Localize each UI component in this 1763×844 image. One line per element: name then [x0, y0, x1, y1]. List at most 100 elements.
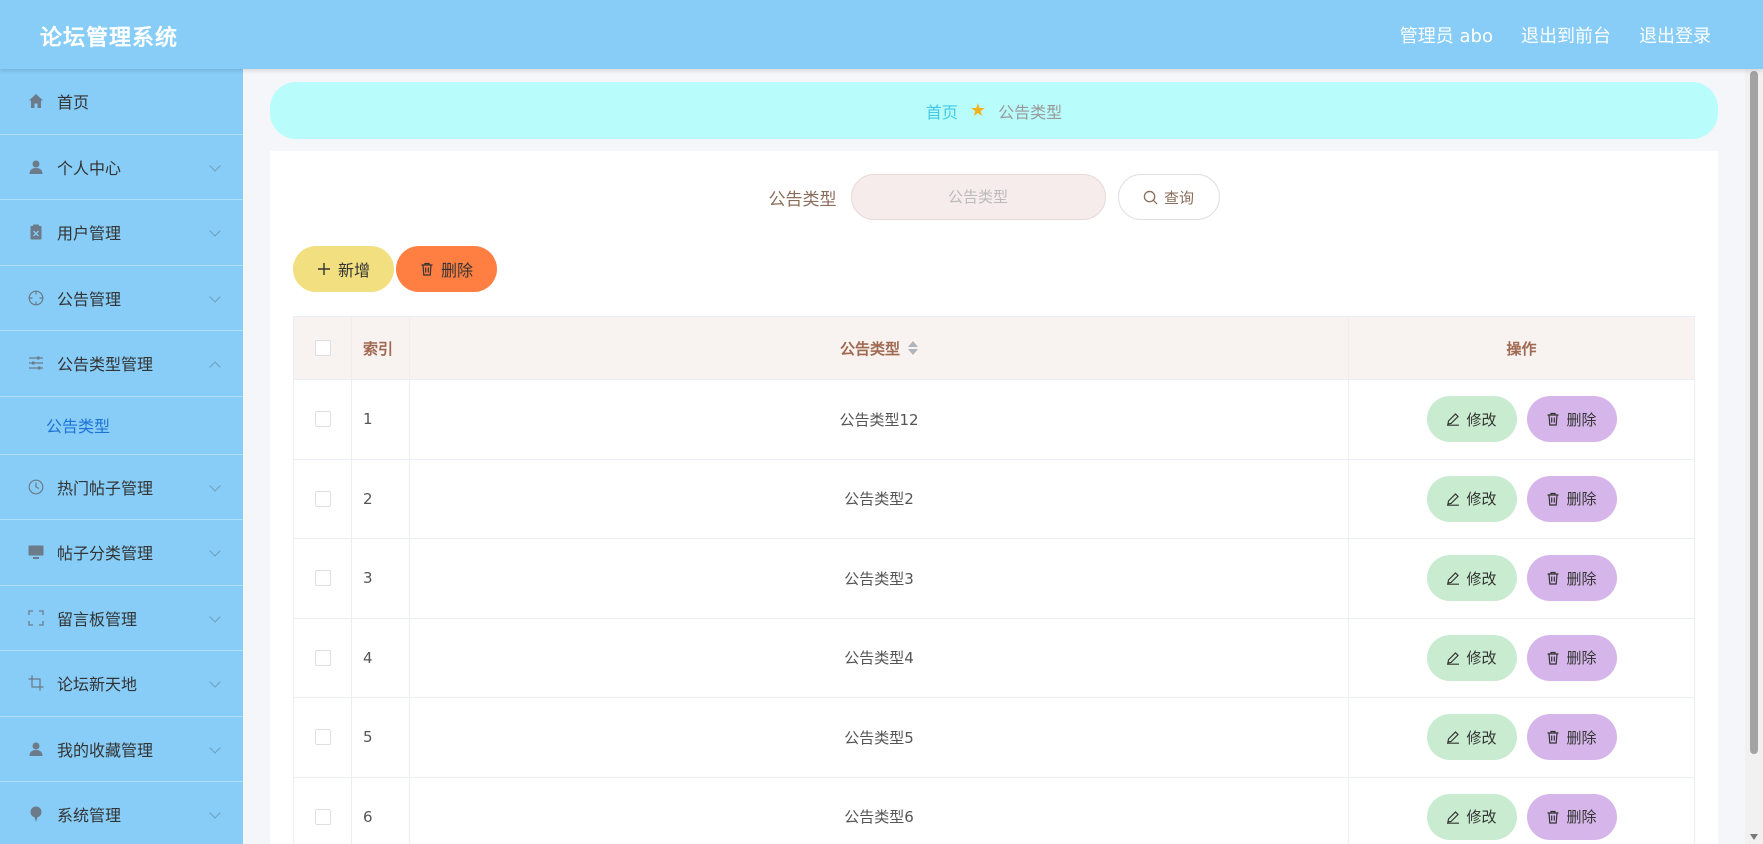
home-icon: [28, 93, 44, 109]
row-type: 公告类型3: [410, 539, 1349, 618]
row-type: 公告类型5: [410, 698, 1349, 777]
sidebar-item-message-board-management[interactable]: 留言板管理: [0, 586, 243, 651]
edit-button[interactable]: 修改: [1426, 714, 1517, 761]
sidebar-item-label: 我的收藏管理: [57, 740, 154, 760]
delete-button[interactable]: 删除: [1526, 475, 1617, 522]
table-row: 2 公告类型2 修改 删除: [294, 459, 1694, 539]
trash-icon: [1547, 492, 1559, 506]
edit-button[interactable]: 修改: [1426, 475, 1517, 522]
target-icon: [28, 290, 44, 306]
table-row: 3 公告类型3 修改 删除: [294, 539, 1694, 619]
delete-button[interactable]: 删除: [1526, 396, 1617, 443]
clock-icon: [28, 479, 44, 495]
edit-icon: [1447, 572, 1460, 586]
delete-button-label: 删除: [1566, 649, 1597, 668]
row-checkbox[interactable]: [314, 729, 331, 746]
app-title: 论坛管理系统: [40, 26, 179, 51]
sliders-icon: [28, 355, 44, 371]
sidebar-item-personal-center[interactable]: 个人中心: [0, 135, 243, 200]
scroll-down-arrow-icon[interactable]: [1750, 834, 1758, 840]
logout-link[interactable]: 退出登录: [1639, 22, 1711, 48]
trash-icon: [421, 262, 433, 276]
breadcrumb-home-link[interactable]: 首页: [926, 99, 958, 123]
sidebar-item-hot-posts-management[interactable]: 热门帖子管理: [0, 455, 243, 520]
sidebar-item-forum-new-world[interactable]: 论坛新天地: [0, 651, 243, 717]
delete-button[interactable]: 删除: [1526, 555, 1617, 602]
top-navbar: 论坛管理系统 管理员 abo 退出到前台 退出登录: [0, 0, 1763, 69]
add-button[interactable]: 新增: [293, 246, 394, 292]
chevron-down-icon: [209, 479, 221, 492]
delete-button[interactable]: 删除: [1526, 634, 1617, 681]
delete-button-label: 删除: [1566, 728, 1597, 747]
search-input[interactable]: [850, 174, 1106, 220]
edit-button[interactable]: 修改: [1426, 555, 1517, 602]
column-header-index: 索引: [352, 317, 410, 379]
bulk-delete-button[interactable]: 删除: [396, 246, 497, 292]
sidebar-item-announcement-management[interactable]: 公告管理: [0, 266, 243, 331]
row-checkbox-cell: [294, 777, 352, 844]
delete-button-label: 删除: [1566, 569, 1597, 588]
search-button[interactable]: 查询: [1117, 174, 1220, 220]
row-index: 5: [352, 698, 410, 777]
edit-button[interactable]: 修改: [1426, 793, 1517, 840]
sidebar-item-home[interactable]: 首页: [0, 69, 243, 135]
sidebar-subitem-announcement-type[interactable]: 公告类型: [0, 397, 243, 455]
row-index: 4: [352, 618, 410, 697]
admin-user-link[interactable]: 管理员 abo: [1400, 22, 1493, 48]
row-type: 公告类型2: [410, 459, 1349, 538]
content-panel: 公告类型 查询 新增 删除 索引: [270, 151, 1718, 844]
sort-icon[interactable]: [908, 341, 918, 355]
add-button-label: 新增: [337, 261, 370, 280]
exit-to-frontend-link[interactable]: 退出到前台: [1521, 22, 1611, 48]
edit-button-label: 修改: [1466, 490, 1497, 509]
sidebar-item-label: 首页: [57, 93, 90, 113]
row-checkbox[interactable]: [314, 649, 331, 666]
search-bar: 公告类型 查询: [270, 174, 1718, 220]
sidebar-item-my-favorites-management[interactable]: 我的收藏管理: [0, 717, 243, 782]
edit-button-label: 修改: [1466, 728, 1497, 747]
edit-icon: [1447, 413, 1460, 427]
column-header-type[interactable]: 公告类型: [410, 317, 1349, 379]
row-index: 1: [352, 380, 410, 459]
row-checkbox[interactable]: [314, 570, 331, 587]
delete-button[interactable]: 删除: [1526, 793, 1617, 840]
select-all-checkbox[interactable]: [314, 340, 331, 356]
row-checkbox[interactable]: [314, 808, 331, 825]
sidebar-item-system-management[interactable]: 系统管理: [0, 782, 243, 844]
row-checkbox[interactable]: [314, 490, 331, 507]
row-actions: 修改 删除: [1349, 698, 1694, 777]
row-type: 公告类型12: [410, 380, 1349, 459]
sidebar-item-label: 帖子分类管理: [57, 544, 154, 564]
chevron-down-icon: [209, 545, 221, 557]
sidebar-item-label: 用户管理: [57, 224, 122, 244]
edit-icon: [1447, 731, 1460, 745]
delete-button[interactable]: 删除: [1526, 714, 1617, 761]
sidebar-item-announcement-type-management[interactable]: 公告类型管理: [0, 331, 243, 397]
delete-button-label: 删除: [1566, 490, 1597, 509]
star-icon: ★: [969, 100, 987, 121]
search-icon: [1143, 190, 1158, 205]
row-actions: 修改 删除: [1349, 778, 1694, 844]
pin-icon: [28, 806, 44, 823]
row-checkbox-cell: [294, 459, 352, 538]
chevron-down-icon: [209, 159, 221, 172]
edit-icon: [1447, 810, 1460, 824]
trash-icon: [1547, 651, 1559, 665]
edit-button[interactable]: 修改: [1426, 634, 1517, 681]
row-type: 公告类型6: [410, 777, 1349, 844]
row-actions: 修改 删除: [1349, 460, 1694, 539]
edit-button-label: 修改: [1466, 649, 1497, 668]
sidebar-item-label: 留言板管理: [57, 609, 138, 629]
sidebar-item-user-management[interactable]: 用户管理: [0, 200, 243, 266]
scrollbar-thumb[interactable]: [1750, 71, 1758, 754]
trash-icon: [1547, 731, 1559, 744]
row-actions: 修改 删除: [1349, 619, 1694, 698]
row-checkbox[interactable]: [314, 411, 331, 428]
page-scrollbar[interactable]: [1745, 69, 1763, 844]
search-label: 公告类型: [768, 189, 837, 210]
chevron-down-icon: [209, 290, 221, 303]
edit-button[interactable]: 修改: [1426, 396, 1517, 443]
sidebar-item-label: 个人中心: [57, 158, 122, 178]
sidebar-item-post-category-management[interactable]: 帖子分类管理: [0, 520, 243, 586]
column-header-type-label: 公告类型: [839, 339, 900, 358]
